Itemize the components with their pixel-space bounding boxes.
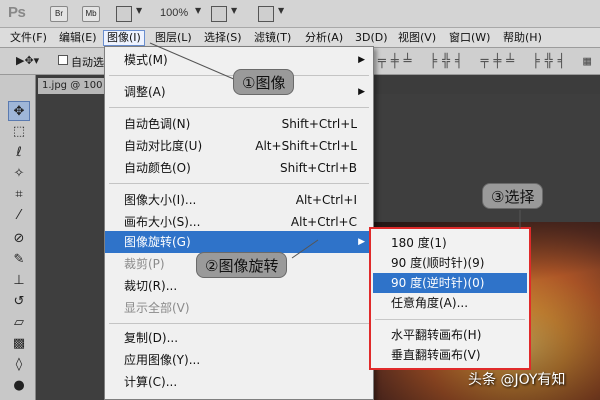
magic-wand-tool-icon[interactable]: ✧ <box>8 164 30 184</box>
menu-analysis[interactable]: 分析(A) <box>302 30 346 46</box>
menu-item-label: 裁剪(P) <box>124 257 165 271</box>
menu-separator <box>375 319 525 320</box>
menu-separator <box>109 183 369 184</box>
image-menu-dropdown: 模式(M) ▶ 调整(A) ▶ 自动色调(N) Shift+Ctrl+L 自动对… <box>104 46 374 400</box>
menu-filter[interactable]: 滤镜(T) <box>251 30 294 46</box>
menu-item-label: 自动色调(N) <box>124 117 191 131</box>
photoshop-logo: Ps <box>8 4 26 21</box>
menu-item-label: 图像大小(I)... <box>124 193 197 207</box>
menu-item-label: 复制(D)... <box>124 331 179 345</box>
menu-item-label: 应用图像(Y)... <box>124 353 201 367</box>
callout-step-2: ②图像旋转 <box>196 252 288 278</box>
crop-tool-icon[interactable]: ⌗ <box>8 185 30 205</box>
menu-item-label: 模式(M) <box>124 53 168 67</box>
blur-tool-icon[interactable]: ◊ <box>8 355 30 375</box>
gradient-tool-icon[interactable]: ▩ <box>8 334 30 354</box>
menu-item-shortcut: Shift+Ctrl+L <box>281 117 357 131</box>
watermark: 头条 @JOY有知 <box>468 372 566 388</box>
menu-item-shortcut: Alt+Ctrl+C <box>290 215 357 229</box>
submenu-item-arbitrary[interactable]: 任意角度(A)... <box>373 293 527 313</box>
dodge-tool-icon[interactable]: ● <box>8 376 30 396</box>
zoom-level[interactable]: 100% <box>160 7 188 19</box>
submenu-item-flip-vertical[interactable]: 垂直翻转画布(V) <box>373 345 527 365</box>
align-distribute-icons[interactable]: ╤╪╧ ╞╬╡ ╤╪╧ ╞╬╡ ▦ <box>378 54 596 69</box>
document-tab[interactable]: 1.jpg @ 100 <box>38 78 108 94</box>
eraser-tool-icon[interactable]: ▱ <box>8 313 30 333</box>
move-tool-preset-icon[interactable]: ▶✥▾ <box>16 54 39 67</box>
chevron-down-icon[interactable]: ▼ <box>278 6 284 15</box>
menu-view[interactable]: 视图(V) <box>395 30 439 46</box>
menu-image[interactable]: 图像(I) <box>103 30 145 46</box>
arrange-documents-icon[interactable] <box>211 6 227 22</box>
history-brush-tool-icon[interactable]: ↺ <box>8 292 30 312</box>
submenu-arrow-icon: ▶ <box>358 87 365 97</box>
chevron-down-icon[interactable]: ▼ <box>195 6 201 15</box>
screen-mode-icon[interactable] <box>258 6 274 22</box>
submenu-item-flip-horizontal[interactable]: 水平翻转画布(H) <box>373 325 527 345</box>
clone-stamp-tool-icon[interactable]: ⊥ <box>8 271 30 291</box>
callout-step-1: ①图像 <box>233 69 295 95</box>
menu-item-auto-color[interactable]: 自动颜色(O) Shift+Ctrl+B <box>105 157 373 179</box>
menu-select[interactable]: 选择(S) <box>201 30 245 46</box>
auto-select-checkbox[interactable] <box>58 55 68 65</box>
menu-item-image-rotation[interactable]: 图像旋转(G) ▶ <box>105 231 373 253</box>
menu-item-calculations[interactable]: 计算(C)... <box>105 371 373 393</box>
submenu-item-rotate-90-ccw[interactable]: 90 度(逆时针)(0) <box>373 273 527 293</box>
chevron-down-icon[interactable]: ▼ <box>136 6 142 15</box>
menu-item-label: 裁切(R)... <box>124 279 178 293</box>
menu-item-auto-tone[interactable]: 自动色调(N) Shift+Ctrl+L <box>105 113 373 135</box>
menu-file[interactable]: 文件(F) <box>7 30 50 46</box>
healing-brush-tool-icon[interactable]: ⊘ <box>8 229 30 249</box>
callout-step-3: ③选择 <box>482 183 544 209</box>
tools-panel: ✥ ⬚ ℓ ✧ ⌗ ⁄ ⊘ ✎ ⊥ ↺ ▱ ▩ ◊ ● <box>0 75 36 400</box>
menu-help[interactable]: 帮助(H) <box>500 30 545 46</box>
menu-separator <box>109 107 369 108</box>
menu-item-shortcut: Alt+Shift+Ctrl+L <box>255 139 357 153</box>
submenu-item-rotate-180[interactable]: 180 度(1) <box>373 233 527 253</box>
mini-bridge-button[interactable]: Mb <box>82 6 100 22</box>
menu-item-image-size[interactable]: 图像大小(I)... Alt+Ctrl+I <box>105 189 373 211</box>
application-bar: Ps Br Mb ▼ 100% ▼ ▼ ▼ <box>0 0 600 28</box>
submenu-item-rotate-90-cw[interactable]: 90 度(顺时针)(9) <box>373 253 527 273</box>
submenu-arrow-icon: ▶ <box>358 237 365 247</box>
menu-item-label: 显示全部(V) <box>124 301 190 315</box>
image-rotation-submenu: 180 度(1) 90 度(顺时针)(9) 90 度(逆时针)(0) 任意角度(… <box>369 227 531 370</box>
bridge-button[interactable]: Br <box>50 6 68 22</box>
menu-item-shortcut: Shift+Ctrl+B <box>280 161 357 175</box>
marquee-tool-icon[interactable]: ⬚ <box>8 122 30 142</box>
menu-item-label: 计算(C)... <box>124 375 178 389</box>
menu-layer[interactable]: 图层(L) <box>152 30 195 46</box>
menu-item-canvas-size[interactable]: 画布大小(S)... Alt+Ctrl+C <box>105 211 373 233</box>
menu-item-label: 图像旋转(G) <box>124 235 191 249</box>
menu-item-label: 自动对比度(U) <box>124 139 203 153</box>
menu-item-label: 调整(A) <box>124 85 166 99</box>
move-tool-icon[interactable]: ✥ <box>8 101 30 121</box>
menu-separator <box>109 323 369 324</box>
menu-item-reveal-all: 显示全部(V) <box>105 297 373 319</box>
menu-item-shortcut: Alt+Ctrl+I <box>295 193 357 207</box>
menu-item-duplicate[interactable]: 复制(D)... <box>105 327 373 349</box>
view-extras-icon[interactable] <box>116 6 132 22</box>
menu-item-mode[interactable]: 模式(M) ▶ <box>105 49 373 71</box>
auto-select-label: 自动选 <box>71 56 104 69</box>
brush-tool-icon[interactable]: ✎ <box>8 250 30 270</box>
submenu-arrow-icon: ▶ <box>358 55 365 65</box>
menu-item-apply-image[interactable]: 应用图像(Y)... <box>105 349 373 371</box>
menu-3d[interactable]: 3D(D) <box>352 30 391 46</box>
menu-item-label: 自动颜色(O) <box>124 161 191 175</box>
lasso-tool-icon[interactable]: ℓ <box>8 143 30 163</box>
chevron-down-icon[interactable]: ▼ <box>231 6 237 15</box>
menu-bar: 文件(F) 编辑(E) 图像(I) 图层(L) 选择(S) 滤镜(T) 分析(A… <box>0 28 600 48</box>
menu-edit[interactable]: 编辑(E) <box>56 30 100 46</box>
menu-window[interactable]: 窗口(W) <box>446 30 493 46</box>
menu-item-auto-contrast[interactable]: 自动对比度(U) Alt+Shift+Ctrl+L <box>105 135 373 157</box>
menu-item-label: 画布大小(S)... <box>124 215 201 229</box>
eyedropper-tool-icon[interactable]: ⁄ <box>8 206 30 226</box>
